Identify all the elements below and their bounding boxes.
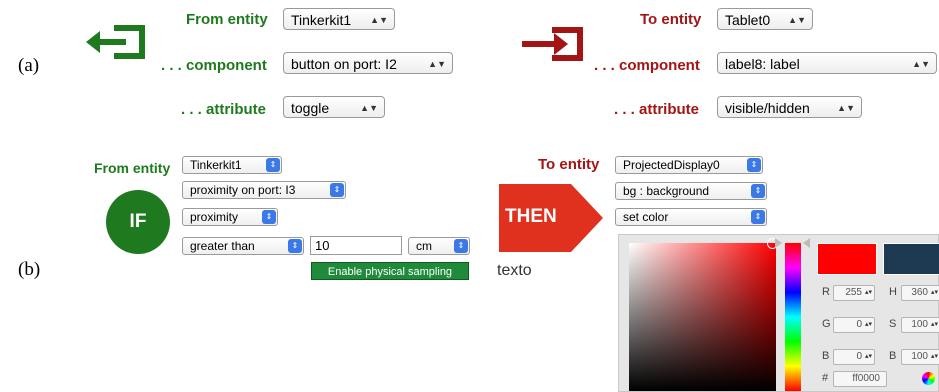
then-entity-select[interactable]: ProjectedDisplay0 ⇕ — [615, 156, 763, 174]
if-entity-label: From entity — [94, 160, 171, 176]
new-color-swatch — [817, 243, 877, 275]
to-component-value: label8: label — [725, 56, 800, 72]
select-arrows-icon: ▲▼ — [788, 15, 806, 25]
to-entity-select[interactable]: Tablet0 ▲▼ — [717, 8, 813, 30]
hex-field[interactable]: ff0000 — [833, 371, 887, 387]
select-arrows-icon: ▲▼ — [837, 103, 855, 113]
select-arrows-icon: ⇕ — [266, 158, 280, 172]
to-entity-value: Tablet0 — [725, 12, 771, 28]
stepper-icon: ▴▾ — [930, 353, 938, 360]
from-attribute-value: toggle — [291, 100, 330, 116]
from-entity-value: Tinkerkit1 — [291, 12, 352, 28]
select-arrows-icon: ⇕ — [330, 183, 344, 197]
unit-value: cm — [416, 239, 432, 253]
stepper-icon: ▴▾ — [864, 321, 872, 328]
b-rgb-field[interactable]: 0 ▴▾ — [833, 349, 875, 365]
if-operator-select[interactable]: greater than ⇕ — [182, 237, 304, 255]
s-value: 100 — [911, 319, 928, 330]
select-arrows-icon: ▲▼ — [360, 103, 378, 113]
s-label: S — [889, 318, 897, 330]
from-attribute-select[interactable]: toggle ▲▼ — [283, 96, 385, 118]
if-entity-select[interactable]: Tinkerkit1 ⇕ — [182, 156, 282, 174]
select-arrows-icon: ▲▼ — [370, 15, 388, 25]
b-hsb-field[interactable]: 100 ▴▾ — [901, 349, 939, 365]
select-arrows-icon: ▲▼ — [428, 59, 446, 69]
h-field[interactable]: 360 ▴▾ — [901, 285, 939, 301]
then-action-value: set color — [623, 210, 669, 224]
if-badge-text: IF — [129, 211, 147, 232]
unit-select[interactable]: cm ⇕ — [408, 237, 470, 255]
to-entity-label: To entity — [640, 11, 702, 28]
stepper-icon: ▴▾ — [864, 289, 872, 296]
then-component-value: bg : background — [623, 184, 710, 198]
stepper-icon: ▴▾ — [930, 321, 938, 328]
s-field[interactable]: 100 ▴▾ — [901, 317, 939, 333]
select-arrows-icon: ⇕ — [288, 239, 302, 253]
g-value: 0 — [856, 319, 862, 330]
saturation-value-area[interactable] — [629, 243, 776, 391]
hue-slider[interactable] — [785, 243, 801, 391]
select-arrows-icon: ⇕ — [751, 184, 765, 198]
panel-b-label: (b) — [18, 259, 41, 280]
select-arrows-icon: ⇕ — [454, 239, 468, 253]
select-arrows-icon: ▲▼ — [912, 59, 930, 69]
b-rgb-label: B — [822, 350, 830, 362]
to-attribute-label: . . . attribute — [614, 101, 700, 118]
b-rgb-value: 0 — [856, 351, 862, 362]
select-arrows-icon: ⇕ — [747, 158, 761, 172]
b-hsb-label: B — [889, 350, 897, 362]
if-attribute-value: proximity — [190, 210, 239, 224]
enable-sampling-button[interactable]: Enable physical sampling — [311, 262, 469, 280]
color-wheel-icon[interactable] — [922, 372, 935, 385]
from-entity-label: From entity — [186, 11, 268, 28]
threshold-input[interactable]: 10 — [310, 236, 402, 255]
then-entity-value: ProjectedDisplay0 — [623, 158, 720, 172]
if-component-value: proximity on port: I3 — [190, 183, 296, 197]
then-entity-label: To entity — [538, 156, 600, 173]
hue-handle-left-icon[interactable] — [775, 238, 782, 248]
enter-arrow-icon — [522, 27, 583, 61]
if-entity-value: Tinkerkit1 — [190, 158, 242, 172]
select-arrows-icon: ⇕ — [262, 210, 276, 224]
if-badge: IF — [106, 190, 170, 254]
from-attribute-label: . . . attribute — [181, 101, 267, 118]
to-component-label: . . . component — [594, 57, 700, 74]
r-field[interactable]: 255 ▴▾ — [833, 285, 875, 301]
if-component-select[interactable]: proximity on port: I3 ⇕ — [182, 181, 346, 199]
g-label: G — [822, 318, 831, 330]
r-value: 255 — [845, 287, 862, 298]
hex-label: # — [822, 372, 829, 384]
hue-handle-right-icon[interactable] — [803, 238, 810, 248]
from-component-select[interactable]: button on port: I2 ▲▼ — [283, 52, 453, 74]
then-caption: texto — [497, 262, 532, 279]
color-picker: R 255 ▴▾ H 360 ▴▾ G 0 ▴▾ S 100 ▴▾ B 0 ▴▾ B 10… — [618, 234, 939, 392]
enable-sampling-label: Enable physical sampling — [327, 266, 453, 278]
b-hsb-value: 100 — [911, 351, 928, 362]
r-label: R — [822, 286, 830, 298]
threshold-value: 10 — [315, 238, 330, 253]
stepper-icon: ▴▾ — [930, 289, 938, 296]
then-component-select[interactable]: bg : background ⇕ — [615, 182, 767, 200]
to-attribute-select[interactable]: visible/hidden ▲▼ — [717, 96, 862, 118]
g-field[interactable]: 0 ▴▾ — [833, 317, 875, 333]
if-operator-value: greater than — [190, 239, 255, 253]
exit-arrow-icon — [86, 25, 145, 59]
select-arrows-icon: ⇕ — [751, 210, 765, 224]
then-badge-text: THEN — [505, 206, 557, 227]
from-component-value: button on port: I2 — [291, 56, 397, 72]
stepper-icon: ▴▾ — [864, 353, 872, 360]
hex-value: ff0000 — [852, 373, 880, 384]
from-component-label: . . . component — [161, 57, 267, 74]
if-attribute-select[interactable]: proximity ⇕ — [182, 208, 278, 226]
to-attribute-value: visible/hidden — [725, 100, 810, 116]
from-entity-select[interactable]: Tinkerkit1 ▲▼ — [283, 8, 395, 30]
then-action-select[interactable]: set color ⇕ — [615, 208, 767, 226]
current-color-swatch — [883, 243, 939, 275]
h-label: H — [889, 286, 897, 298]
panel-a-label: (a) — [18, 55, 40, 76]
to-component-select[interactable]: label8: label ▲▼ — [717, 52, 937, 74]
h-value: 360 — [911, 287, 928, 298]
